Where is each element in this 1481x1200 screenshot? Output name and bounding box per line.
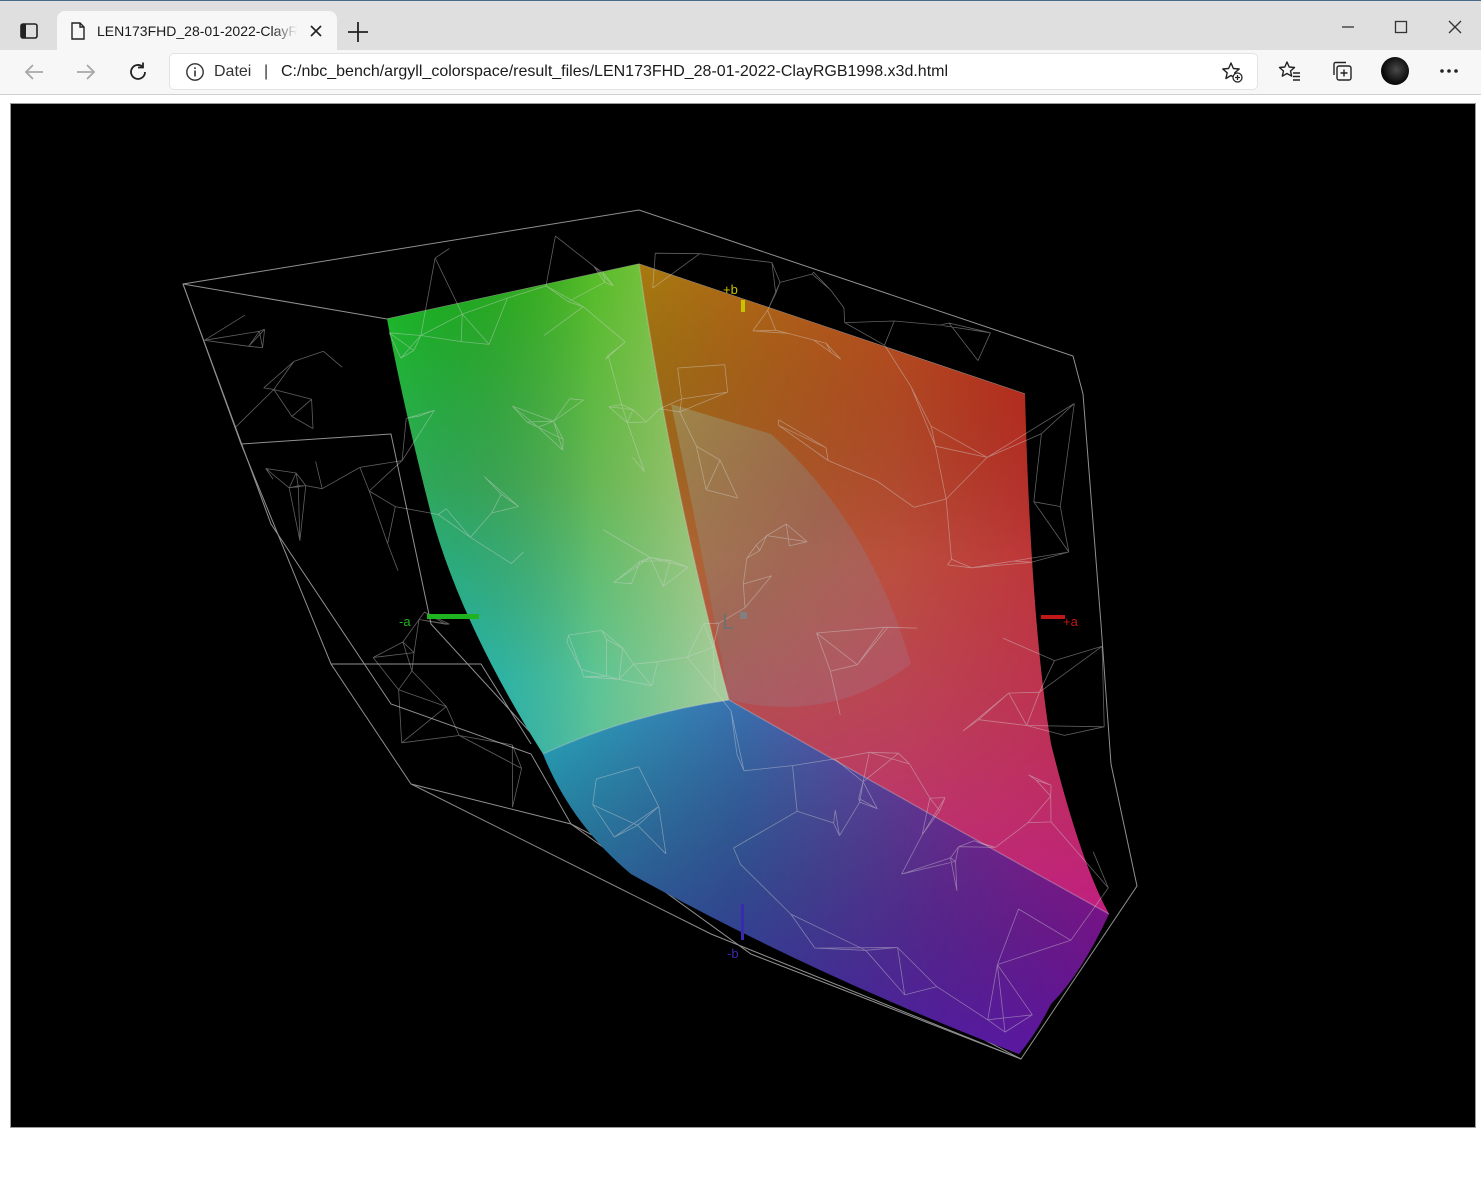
tab-actions-button[interactable] (8, 15, 50, 47)
measured-gamut-solid (387, 263, 1110, 1054)
minus-b-axis-marker (741, 904, 744, 940)
tab-bar: LEN173FHD_28-01-2022-ClayRGB1998.x3d.htm… (0, 0, 1481, 51)
forward-arrow-icon (77, 64, 96, 80)
minus-a-axis-marker (427, 614, 479, 619)
collections-button[interactable] (1327, 58, 1357, 84)
tab-actions-icon (20, 23, 38, 39)
plus-a-label: +a (1063, 614, 1079, 629)
site-info-icon[interactable] (185, 62, 205, 82)
collections-icon (1333, 61, 1352, 81)
refresh-button[interactable] (122, 58, 154, 86)
favorites-icon (1278, 61, 1300, 81)
x3d-viewer[interactable]: +b -a +a -b L (10, 103, 1476, 1128)
tab-title: LEN173FHD_28-01-2022-ClayRGB1998.x3d.htm… (97, 23, 297, 39)
settings-menu-button[interactable] (1434, 58, 1464, 84)
plus-b-label: +b (723, 282, 738, 297)
minus-b-label: -b (727, 946, 739, 961)
refresh-icon (130, 62, 146, 80)
favorites-button[interactable] (1275, 58, 1305, 84)
address-separator: | (264, 63, 269, 80)
profile-avatar[interactable] (1381, 57, 1409, 85)
close-tab-icon[interactable] (307, 22, 325, 40)
address-bar[interactable]: Datei | C:/nbc_bench/argyll_colorspace/r… (170, 54, 1257, 89)
plus-b-axis-marker (741, 300, 745, 312)
minimize-icon (1342, 26, 1354, 28)
scheme-label: Datei (214, 63, 252, 80)
lightness-label: L (722, 609, 734, 634)
back-button[interactable] (18, 58, 50, 86)
active-tab[interactable]: LEN173FHD_28-01-2022-ClayRGB1998.x3d.htm… (57, 11, 337, 51)
add-favorite-icon[interactable] (1221, 61, 1243, 83)
minimize-button[interactable] (1325, 13, 1371, 41)
browser-toolbar: Datei | C:/nbc_bench/argyll_colorspace/r… (0, 50, 1481, 95)
gamut-3d-render: +b -a +a -b L (182, 209, 1138, 1060)
new-tab-icon[interactable] (344, 18, 372, 46)
close-window-button[interactable] (1432, 13, 1478, 41)
lightness-axis-marker (740, 612, 747, 619)
more-options-icon (1440, 69, 1458, 73)
forward-button[interactable] (70, 58, 102, 86)
maximize-icon (1394, 20, 1408, 34)
plus-a-axis-marker (1041, 615, 1065, 619)
url-text[interactable]: C:/nbc_bench/argyll_colorspace/result_fi… (281, 63, 948, 81)
close-window-icon (1448, 20, 1462, 34)
minus-a-label: -a (399, 614, 411, 629)
page-icon (71, 22, 85, 40)
maximize-button[interactable] (1378, 13, 1424, 41)
back-arrow-icon (24, 64, 43, 80)
